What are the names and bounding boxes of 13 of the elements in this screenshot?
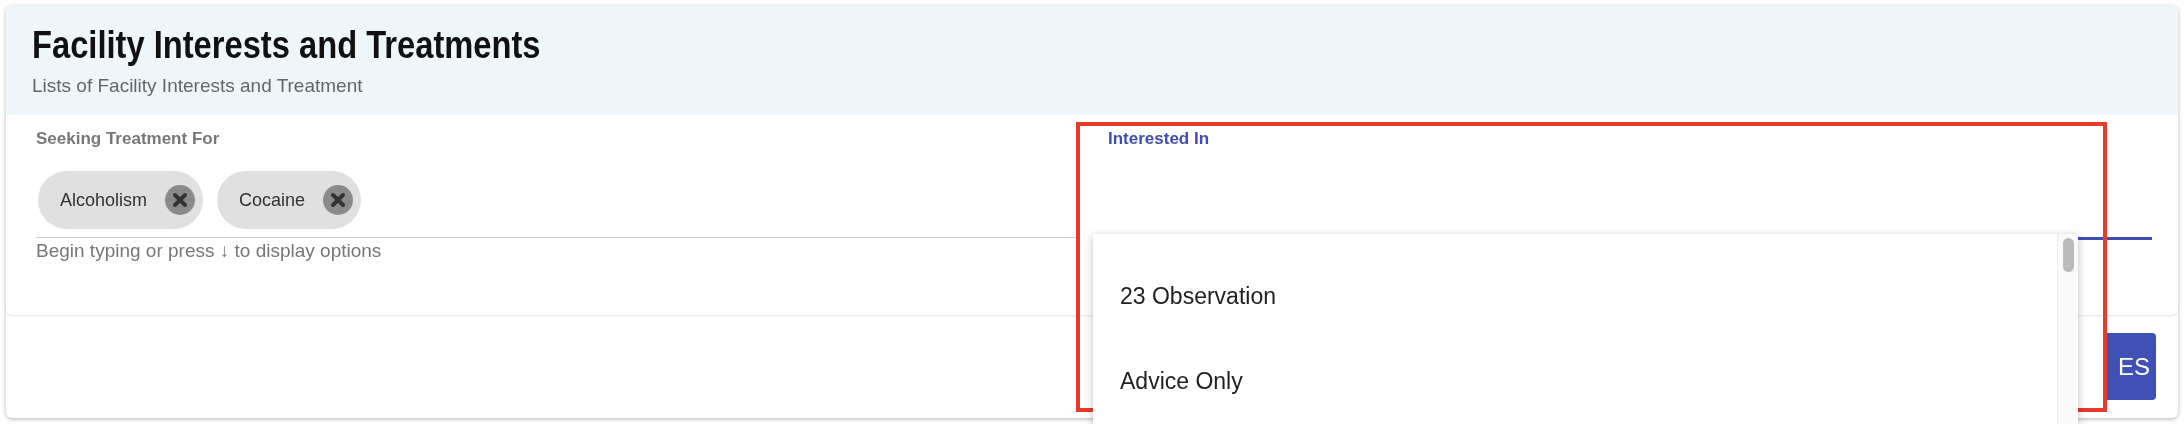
chip[interactable]: Cocaine bbox=[217, 171, 362, 229]
remove-icon[interactable] bbox=[323, 185, 354, 215]
field-label: Interested In bbox=[1108, 129, 1211, 149]
field-label: Seeking Treatment For bbox=[36, 129, 221, 149]
helper-text: Begin typing or press ↓ to display options bbox=[36, 240, 383, 262]
chip[interactable]: Alcoholism bbox=[38, 171, 204, 229]
page-title: Facility Interests and Treatments bbox=[32, 24, 542, 67]
menu-option[interactable]: Advice Only bbox=[1093, 339, 2057, 424]
save-button[interactable]: ES bbox=[2104, 333, 2156, 400]
page-subtitle: Lists of Facility Interests and Treatment bbox=[32, 75, 364, 97]
remove-icon[interactable] bbox=[165, 185, 196, 215]
scrollbar[interactable] bbox=[2057, 234, 2078, 424]
chip-input-field[interactable]: Alcoholism Cocaine bbox=[36, 149, 1080, 238]
